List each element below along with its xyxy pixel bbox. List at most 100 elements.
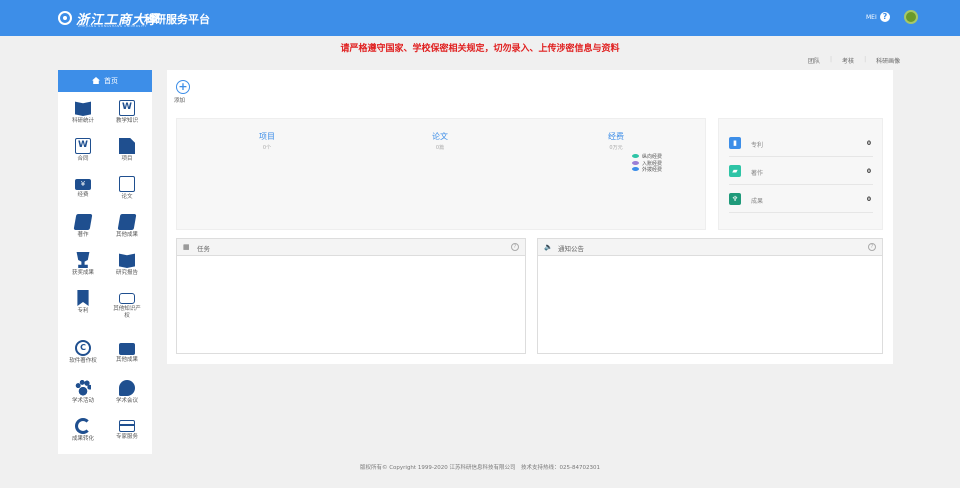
sidebar-item-label: 获奖成果 — [71, 270, 94, 276]
funding-legend: 纵向经费 入账经费 外拨经费 — [632, 154, 662, 174]
sidebar-item-label: 其他成果 — [115, 232, 138, 238]
stat-value: 0篇 — [435, 145, 445, 151]
tasks-panel: ▦ 任务 ? — [176, 238, 526, 354]
sidebar-item-patent[interactable]: 专利 — [62, 290, 104, 315]
paw-icon — [75, 380, 91, 396]
sidebar-item-label: 研究报告 — [115, 270, 138, 276]
stat-value: 0万元 — [609, 145, 623, 151]
link-research-profile[interactable]: 科研画像 — [876, 56, 900, 65]
sidebar-item-label: 首页 — [104, 77, 118, 85]
link-team[interactable]: 团队 — [808, 56, 820, 65]
sidebar-item-academic-activity[interactable]: 学术活动 — [62, 380, 104, 405]
sidebar-item-tech-transfer[interactable]: 成果转化 — [62, 418, 104, 443]
link-assessment[interactable]: 考核 — [842, 56, 854, 65]
briefcase-icon — [119, 343, 135, 355]
stat-title: 经费 — [608, 132, 624, 141]
sidebar-item-academic-conference[interactable]: 学术会议 — [106, 380, 148, 405]
bookmark-icon — [77, 290, 89, 306]
app-title: 科研服务平台 — [144, 13, 210, 26]
sidebar-item-label: 学术会议 — [115, 398, 138, 404]
sidebar-item-teaching[interactable]: W 教学知识 — [106, 100, 148, 125]
legend-swatch — [632, 160, 639, 165]
book-icon — [119, 253, 135, 268]
sidebar-item-paper[interactable]: 论文 — [106, 176, 148, 201]
summary-label: 成果 — [751, 198, 764, 205]
panel-header: ▦ 任务 ? — [177, 239, 525, 256]
sidebar-item-label: 专利 — [77, 308, 89, 314]
trophy-icon: ♆ — [729, 193, 741, 205]
sidebar-item-home[interactable]: 首页 — [58, 70, 152, 92]
top-bar: 浙江工商大學 ZHEJIANG GONGSHANG UNIVERSITY 科研服… — [0, 0, 960, 36]
trophy-icon — [76, 252, 90, 268]
sidebar-item-contract[interactable]: W 合同 — [62, 138, 104, 163]
sidebar-item-monograph[interactable]: 著作 — [62, 214, 104, 239]
summary-label: 专利 — [751, 142, 764, 149]
sidebar-item-research-stats[interactable]: 科研统计 — [62, 100, 104, 125]
sidebar-item-label: 著作 — [77, 232, 89, 238]
user-name[interactable]: MEI — [866, 14, 877, 21]
help-icon[interactable]: ? — [868, 243, 876, 251]
bookmark-icon: ▮ — [729, 137, 741, 149]
sidebar-item-label: 专家服务 — [115, 434, 138, 440]
add-button[interactable]: + — [176, 80, 190, 94]
sidebar-item-funding[interactable]: ¥ 经费 — [62, 176, 104, 199]
refresh-icon — [75, 418, 91, 434]
legend-label: 纵向经费 — [642, 154, 663, 160]
sidebar-item-awards[interactable]: 获奖成果 — [62, 252, 104, 277]
university-seal-icon — [58, 11, 72, 25]
sidebar-item-label: 成果转化 — [71, 436, 94, 442]
sidebar-item-label: 其他知识产 — [113, 306, 141, 312]
notices-panel: 🔈 通知公告 ? — [537, 238, 883, 354]
summary-row-results[interactable]: ♆ 成果 0 — [729, 189, 873, 213]
sidebar-item-research-report[interactable]: 研究报告 — [106, 252, 148, 277]
help-icon[interactable]: ? — [511, 243, 519, 251]
stat-value: 0个 — [262, 145, 272, 151]
sidebar-item-expert-service[interactable]: 专家服务 — [106, 418, 148, 441]
sidebar-item-label: 科研统计 — [71, 118, 94, 124]
stat-title: 项目 — [259, 132, 275, 141]
separator: | — [864, 56, 867, 63]
legend-swatch — [632, 154, 639, 158]
speaker-icon: 🔈 — [544, 243, 553, 251]
sidebar-item-label-line2: 权 — [124, 313, 130, 319]
legend-label: 外拨经费 — [642, 167, 663, 173]
stat-papers[interactable]: 论文 0篇 — [390, 131, 490, 151]
sidebar-item-other-ip[interactable]: 其他知识产 权 — [106, 290, 148, 320]
sidebar-item-software-copyright[interactable]: C 软件著作权 — [62, 340, 104, 365]
sidebar-item-project[interactable]: 项目 — [106, 138, 148, 163]
avatar[interactable] — [904, 10, 918, 24]
stats-panel: 项目 0个 论文 0篇 经费 0万元 纵向经费 入账经费 外拨经费 — [176, 118, 706, 230]
separator: | — [830, 56, 833, 63]
panel-title: 任务 — [197, 245, 210, 253]
summary-row-monograph[interactable]: ▰ 著作 0 — [729, 161, 873, 185]
notebook-icon — [117, 214, 137, 230]
sidebar-item-label: 教学知识 — [115, 118, 138, 124]
document-lines-icon — [119, 176, 135, 192]
sidebar-item-label: 合同 — [77, 156, 89, 162]
calendar-icon: ▦ — [183, 243, 190, 251]
money-icon: ¥ — [75, 179, 91, 190]
legend-swatch — [632, 167, 639, 171]
drive-icon — [119, 293, 135, 304]
stat-projects[interactable]: 项目 0个 — [217, 131, 317, 151]
notebook-icon: ▰ — [729, 165, 741, 177]
card-icon — [119, 420, 135, 432]
legend-label: 入账经费 — [642, 160, 663, 167]
sidebar-item-other-results[interactable]: 其他成果 — [106, 214, 148, 239]
add-label[interactable]: 添加 — [174, 96, 185, 104]
word-icon: W — [75, 138, 91, 154]
help-icon[interactable]: ? — [880, 12, 890, 22]
summary-row-patent[interactable]: ▮ 专利 0 — [729, 133, 873, 157]
sidebar-item-label: 经费 — [77, 192, 89, 198]
summary-label: 著作 — [751, 170, 764, 177]
word-icon: W — [119, 100, 135, 116]
sidebar-item-other-achievements[interactable]: 其他成果 — [106, 340, 148, 364]
book-icon — [75, 101, 91, 116]
panel-title: 通知公告 — [558, 245, 584, 253]
legend-item: 外拨经费 — [632, 167, 662, 174]
summary-value: 0 — [866, 168, 871, 175]
quick-links: 团队 | 考核 | 科研画像 — [808, 56, 900, 65]
university-logo-subtext: ZHEJIANG GONGSHANG UNIVERSITY — [78, 24, 147, 28]
footer-copyright: 版权所有© Copyright 1999-2020 江苏科研信息科技有限公司 技… — [359, 465, 601, 471]
stat-funding[interactable]: 经费 0万元 — [566, 131, 666, 151]
